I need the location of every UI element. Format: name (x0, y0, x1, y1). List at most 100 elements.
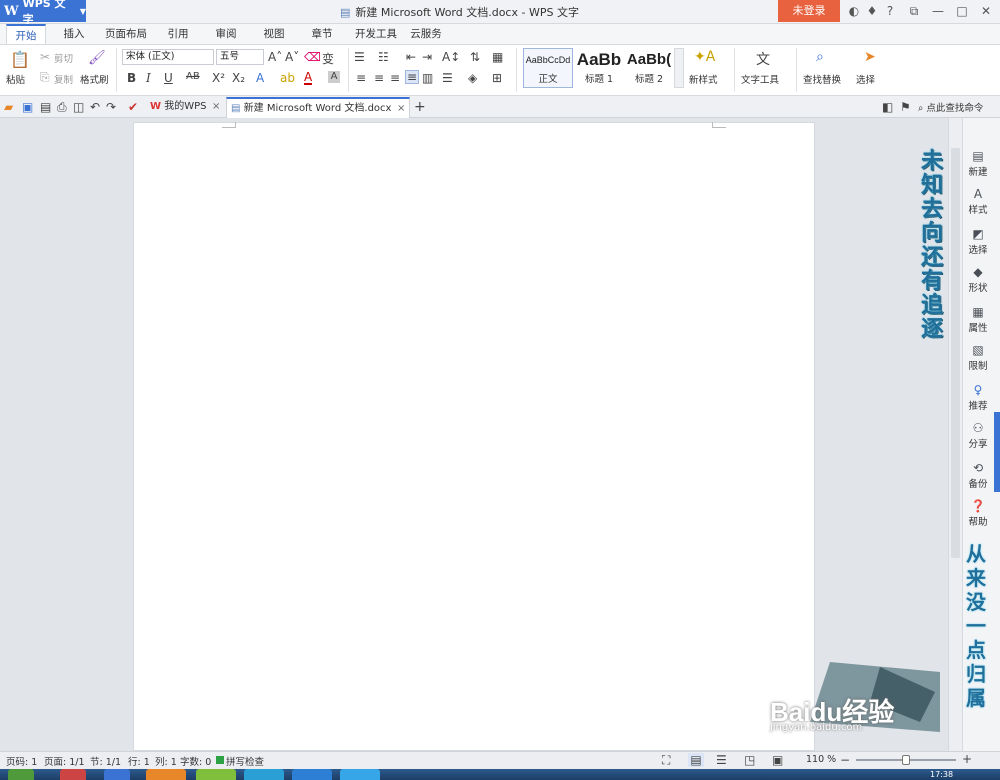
tab-developer[interactable]: 开发工具 (350, 24, 402, 44)
bullet-list-icon[interactable]: ☰ (354, 50, 365, 64)
zoom-slider-thumb[interactable] (902, 755, 910, 765)
sidebar-expand-handle[interactable] (994, 412, 1000, 492)
redo-icon[interactable]: ↷ (106, 100, 116, 114)
skin-icon[interactable]: ◐ (846, 3, 862, 19)
text-tools-button[interactable]: 文字工具 (741, 72, 779, 86)
char-shading-icon[interactable]: A (328, 71, 340, 83)
outline-view-icon[interactable]: ☰ (716, 753, 727, 767)
paste-icon[interactable]: 📋 (10, 50, 30, 70)
font-size-toggle-icon[interactable]: A↕ (442, 50, 460, 64)
shrink-font-icon[interactable]: A˅ (285, 50, 299, 64)
undo-icon[interactable]: ↶ (90, 100, 100, 114)
subscript-icon[interactable]: X₂ (232, 71, 245, 85)
italic-icon[interactable]: I (146, 71, 151, 85)
style-heading-2[interactable]: AaBb( 标题 2 (625, 48, 673, 88)
taskbar-app-icon[interactable] (146, 769, 186, 780)
minimize-icon[interactable]: — (930, 3, 946, 19)
login-button[interactable]: 未登录 (778, 0, 840, 22)
shirt-icon[interactable]: ♦ (864, 3, 880, 19)
reading-view-icon[interactable]: ▣ (772, 753, 783, 767)
command-search[interactable]: ⌕ 点此查找命令 (918, 100, 998, 114)
sidebar-item-share[interactable]: ⚇ 分享 (962, 420, 994, 450)
superscript-icon[interactable]: X² (212, 71, 225, 85)
doc-tab-document[interactable]: ▤ 新建 Microsoft Word 文档.docx × (226, 97, 410, 118)
tab-view[interactable]: 视图 (256, 24, 292, 44)
scroll-thumb[interactable] (951, 148, 960, 558)
style-heading-1[interactable]: AaBb 标题 1 (575, 48, 623, 88)
font-name-select[interactable]: 宋体 (正文) (122, 49, 214, 65)
taskbar-app-icon[interactable] (340, 769, 380, 780)
tab-references[interactable]: 引用 (160, 24, 196, 44)
taskbar-app-icon[interactable] (104, 769, 130, 780)
taskbar-app-icon[interactable] (196, 769, 236, 780)
new-tab-icon[interactable]: + (414, 99, 426, 115)
tab-review[interactable]: 审阅 (208, 24, 244, 44)
increase-indent-icon[interactable]: ⇥ (422, 50, 432, 64)
app-menu-button[interactable]: W WPS 文字 ▼ (0, 0, 86, 26)
doc-view-icon[interactable]: ◧ (882, 100, 893, 114)
border-icon[interactable]: ⊞ (492, 71, 502, 85)
sidebar-item-style[interactable]: A 样式 (962, 186, 994, 216)
close-icon[interactable]: ✕ (978, 3, 994, 19)
paste-button[interactable]: 粘贴 (6, 72, 25, 86)
styles-scroll[interactable] (674, 48, 684, 88)
tab-home[interactable]: 开始 (6, 24, 46, 44)
align-center-icon[interactable]: ≡ (374, 71, 384, 85)
flag-icon[interactable]: ⚑ (900, 100, 911, 114)
format-painter-button[interactable]: 格式刷 (80, 72, 109, 86)
tab-page-layout[interactable]: 页面布局 (100, 24, 152, 44)
document-page[interactable] (133, 122, 815, 751)
sidebar-item-recommend[interactable]: ♀ 推荐 (962, 382, 994, 412)
new-style-button[interactable]: 新样式 (689, 72, 718, 86)
tab-section[interactable]: 章节 (304, 24, 340, 44)
page-view-icon[interactable]: ▤ (688, 753, 704, 767)
decrease-indent-icon[interactable]: ⇤ (406, 50, 416, 64)
spellcheck-button[interactable]: 拼写检查 (226, 754, 264, 768)
zoom-in-icon[interactable]: + (962, 752, 972, 766)
taskbar-app-icon[interactable] (292, 769, 332, 780)
sidebar-item-select[interactable]: ◩ 选择 (962, 226, 994, 256)
clear-format-icon[interactable]: ⌫ (304, 50, 321, 64)
sidebar-item-restrict[interactable]: ▧ 限制 (962, 342, 994, 372)
taskbar-app-icon[interactable] (60, 769, 86, 780)
start-button[interactable] (8, 769, 34, 780)
align-right-icon[interactable]: ≡ (390, 71, 400, 85)
bold-icon[interactable]: B (127, 71, 136, 85)
font-size-select[interactable]: 五号 (216, 49, 264, 65)
print-icon[interactable]: ⎙ (57, 100, 67, 115)
close-tab-icon[interactable]: × (397, 99, 405, 119)
distribute-icon[interactable]: ▥ (422, 71, 433, 85)
style-normal[interactable]: AaBbCcDd 正文 (523, 48, 573, 88)
taskbar-app-icon[interactable] (244, 769, 284, 780)
print-preview-icon[interactable]: ◫ (73, 100, 84, 114)
doc-tab-my-wps[interactable]: W 我的WPS × (146, 97, 224, 118)
sidebar-item-backup[interactable]: ⟲ 备份 (962, 460, 994, 490)
zoom-out-icon[interactable]: − (840, 753, 850, 767)
line-spacing-icon[interactable]: ☰ (442, 71, 453, 85)
export-pdf-icon[interactable]: ▤ (40, 100, 51, 114)
help-icon[interactable]: ? (882, 3, 898, 19)
tab-cloud[interactable]: 云服务 (406, 24, 446, 44)
sidebar-item-new[interactable]: ▤ 新建 (962, 148, 994, 178)
save-icon[interactable]: ▣ (22, 100, 33, 114)
close-tab-icon[interactable]: × (212, 97, 220, 117)
copy-button[interactable]: 复制 (54, 72, 73, 86)
fit-page-icon[interactable]: ⛶ (662, 753, 670, 768)
shading-icon[interactable]: ◈ (468, 71, 477, 85)
underline-icon[interactable]: U (164, 71, 173, 85)
phonetic-icon[interactable]: 变 (322, 50, 334, 67)
customize-icon[interactable]: ✔ (128, 100, 138, 114)
font-color-icon[interactable]: A (304, 71, 313, 85)
sidebar-item-properties[interactable]: ▦ 属性 (962, 304, 994, 334)
cut-button[interactable]: 剪切 (54, 51, 73, 65)
sidebar-item-shape[interactable]: ◆ 形状 (962, 264, 994, 294)
align-left-icon[interactable]: ≡ (356, 71, 366, 85)
select-button[interactable]: 选择 (856, 72, 875, 86)
restore-icon[interactable]: ⧉ (906, 3, 922, 19)
find-replace-button[interactable]: 查找替换 (803, 72, 841, 86)
justify-icon[interactable]: ≡ (405, 70, 419, 84)
grow-font-icon[interactable]: A˄ (268, 50, 282, 64)
maximize-icon[interactable]: □ (954, 3, 970, 19)
strikethrough-icon[interactable]: AB (186, 71, 200, 82)
sidebar-item-help[interactable]: ❓ 帮助 (962, 498, 994, 528)
